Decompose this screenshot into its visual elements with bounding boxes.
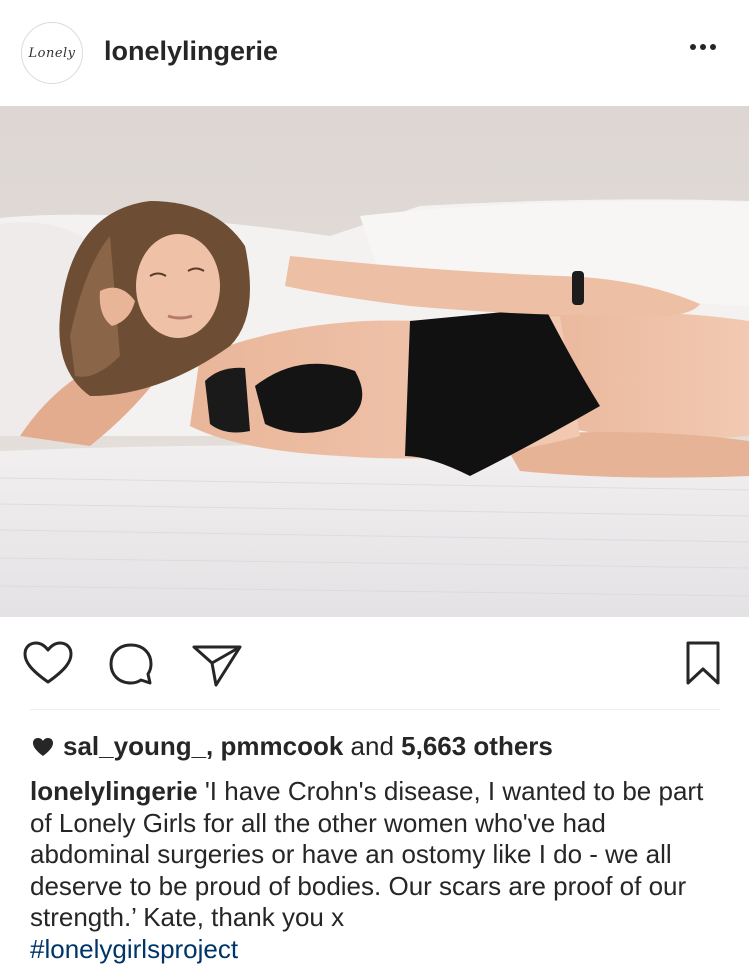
action-bar <box>0 617 749 709</box>
heart-outline-icon[interactable] <box>21 637 75 691</box>
divider <box>30 709 720 710</box>
post-caption: lonelylingerie 'I have Crohn's disease, … <box>30 776 730 965</box>
heart-filled-icon <box>33 737 53 756</box>
comment-icon[interactable] <box>104 637 158 691</box>
avatar-logo-text: Lonely <box>28 45 76 61</box>
post-photo[interactable] <box>0 106 749 617</box>
bookmark-icon[interactable] <box>676 637 730 691</box>
paper-plane-icon[interactable] <box>190 637 244 691</box>
likes-line: sal_young_, pmmcook and 5,663 others <box>32 731 553 762</box>
post-username[interactable]: lonelylingerie <box>104 36 278 67</box>
photo-illustration <box>0 106 749 617</box>
likes-others-count[interactable]: 5,663 others <box>401 731 553 762</box>
avatar[interactable]: Lonely <box>21 22 83 84</box>
more-horizontal-icon[interactable] <box>690 44 716 50</box>
caption-username[interactable]: lonelylingerie <box>30 776 198 806</box>
caption-hashtag[interactable]: #lonelygirlsproject <box>30 934 730 966</box>
post-header: Lonely lonelylingerie <box>0 0 749 106</box>
likes-and-text: and <box>343 731 402 761</box>
liked-by-users[interactable]: sal_young_, pmmcook <box>63 731 343 762</box>
